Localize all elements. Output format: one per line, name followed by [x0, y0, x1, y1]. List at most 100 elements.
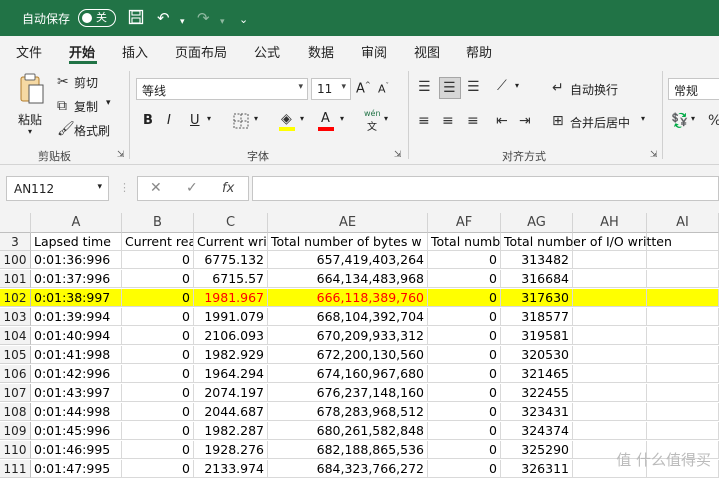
cell[interactable]: [647, 384, 719, 402]
format-painter-icon[interactable]: 🖌: [57, 121, 75, 137]
cell[interactable]: 0: [122, 403, 194, 421]
cell[interactable]: Current wri: [194, 233, 268, 251]
redo-icon[interactable]: ↷: [197, 9, 210, 27]
cell[interactable]: 6775.132: [194, 251, 268, 269]
cell[interactable]: 323431: [501, 403, 573, 421]
orientation-dropdown-icon[interactable]: ▾: [515, 81, 519, 90]
cell[interactable]: 0: [122, 365, 194, 383]
cell[interactable]: Total numb: [428, 233, 501, 251]
alignment-launcher-icon[interactable]: ⇲: [650, 150, 658, 160]
font-name-combo[interactable]: 等线 ▾: [136, 78, 308, 100]
copy-label[interactable]: 复制: [74, 98, 98, 115]
cell[interactable]: 0: [122, 441, 194, 459]
cell[interactable]: 2044.687: [194, 403, 268, 421]
row-header[interactable]: 111: [0, 460, 31, 478]
cell[interactable]: 316684: [501, 270, 573, 288]
wrap-text-icon[interactable]: ↵: [552, 80, 564, 96]
row-header[interactable]: 100: [0, 251, 31, 269]
column-header-ag[interactable]: AG: [501, 213, 573, 233]
cell[interactable]: 1991.079: [194, 308, 268, 326]
cell[interactable]: 1981.967: [194, 289, 268, 307]
cut-label[interactable]: 剪切: [74, 74, 98, 91]
cell[interactable]: 664,134,483,968: [268, 270, 428, 288]
cell[interactable]: 0: [122, 270, 194, 288]
cancel-icon[interactable]: ✕: [150, 180, 162, 196]
cell[interactable]: Current rea: [122, 233, 194, 251]
row-header[interactable]: 3: [0, 233, 31, 251]
cell[interactable]: 0:01:43:997: [31, 384, 122, 402]
cell[interactable]: [573, 327, 647, 345]
cell[interactable]: 657,419,403,264: [268, 251, 428, 269]
column-header-b[interactable]: B: [122, 213, 194, 233]
cell[interactable]: 6715.57: [194, 270, 268, 288]
cell[interactable]: 0: [428, 289, 501, 307]
cell[interactable]: 321465: [501, 365, 573, 383]
cell[interactable]: [647, 251, 719, 269]
cell[interactable]: 1982.287: [194, 422, 268, 440]
font-color-dropdown-icon[interactable]: ▾: [340, 114, 344, 123]
italic-button[interactable]: I: [167, 113, 171, 128]
cell[interactable]: [573, 403, 647, 421]
cell[interactable]: 680,261,582,848: [268, 422, 428, 440]
cell[interactable]: 684,323,766,272: [268, 460, 428, 478]
autosave-toggle[interactable]: 关: [78, 9, 116, 27]
enter-icon[interactable]: ✓: [186, 180, 198, 196]
customize-toolbar-icon[interactable]: ⌄: [239, 11, 248, 29]
cell[interactable]: 325290: [501, 441, 573, 459]
column-header-ah[interactable]: AH: [573, 213, 647, 233]
merge-dropdown-icon[interactable]: ▾: [641, 114, 645, 123]
cell[interactable]: 0:01:45:996: [31, 422, 122, 440]
cell[interactable]: 0: [428, 384, 501, 402]
align-bottom-icon[interactable]: ☰: [467, 79, 480, 95]
cell[interactable]: Total number of bytes w: [268, 233, 428, 251]
tab-home[interactable]: 开始: [69, 42, 95, 61]
cell[interactable]: 0: [122, 327, 194, 345]
tab-data[interactable]: 数据: [308, 42, 334, 61]
cell[interactable]: 313482: [501, 251, 573, 269]
bold-button[interactable]: B: [143, 113, 153, 128]
align-right-icon[interactable]: ≡: [467, 113, 479, 129]
cell[interactable]: 324374: [501, 422, 573, 440]
cell[interactable]: 317630: [501, 289, 573, 307]
cell[interactable]: 0: [122, 460, 194, 478]
undo-icon[interactable]: ↶: [157, 9, 170, 27]
cell[interactable]: 674,160,967,680: [268, 365, 428, 383]
cell[interactable]: 0: [428, 422, 501, 440]
cell[interactable]: [573, 365, 647, 383]
tab-insert[interactable]: 插入: [122, 42, 148, 61]
decrease-indent-icon[interactable]: ⇤: [496, 113, 508, 129]
font-color-button[interactable]: A: [318, 111, 336, 131]
tab-page-layout[interactable]: 页面布局: [175, 42, 227, 61]
row-header[interactable]: 108: [0, 403, 31, 421]
cell[interactable]: 0: [122, 346, 194, 364]
save-icon[interactable]: [128, 9, 144, 29]
cell[interactable]: Total number of I/O written: [501, 233, 672, 251]
underline-button[interactable]: U: [190, 113, 200, 128]
row-header[interactable]: 107: [0, 384, 31, 402]
cell[interactable]: 0:01:47:995: [31, 460, 122, 478]
cell[interactable]: 320530: [501, 346, 573, 364]
tab-view[interactable]: 视图: [414, 42, 440, 61]
cell[interactable]: 2106.093: [194, 327, 268, 345]
column-header-ai[interactable]: AI: [647, 213, 719, 233]
cell[interactable]: 670,209,933,312: [268, 327, 428, 345]
cell[interactable]: 1964.294: [194, 365, 268, 383]
phonetic-button[interactable]: wén 文: [362, 109, 386, 133]
row-header[interactable]: 109: [0, 422, 31, 440]
merge-center-icon[interactable]: ⊞: [552, 113, 564, 129]
column-header-af[interactable]: AF: [428, 213, 501, 233]
cell[interactable]: [647, 346, 719, 364]
row-header[interactable]: 104: [0, 327, 31, 345]
cut-icon[interactable]: ✂: [57, 74, 69, 90]
cell[interactable]: 0: [428, 251, 501, 269]
fill-color-dropdown-icon[interactable]: ▾: [300, 114, 304, 123]
cell[interactable]: 0: [122, 422, 194, 440]
increase-indent-icon[interactable]: ⇥: [519, 113, 531, 129]
clipboard-launcher-icon[interactable]: ⇲: [117, 150, 125, 160]
cell[interactable]: 0: [428, 270, 501, 288]
underline-dropdown-icon[interactable]: ▾: [207, 114, 211, 123]
borders-icon[interactable]: [233, 113, 249, 133]
cell[interactable]: [573, 384, 647, 402]
cell[interactable]: 0:01:39:994: [31, 308, 122, 326]
cell[interactable]: 2133.974: [194, 460, 268, 478]
